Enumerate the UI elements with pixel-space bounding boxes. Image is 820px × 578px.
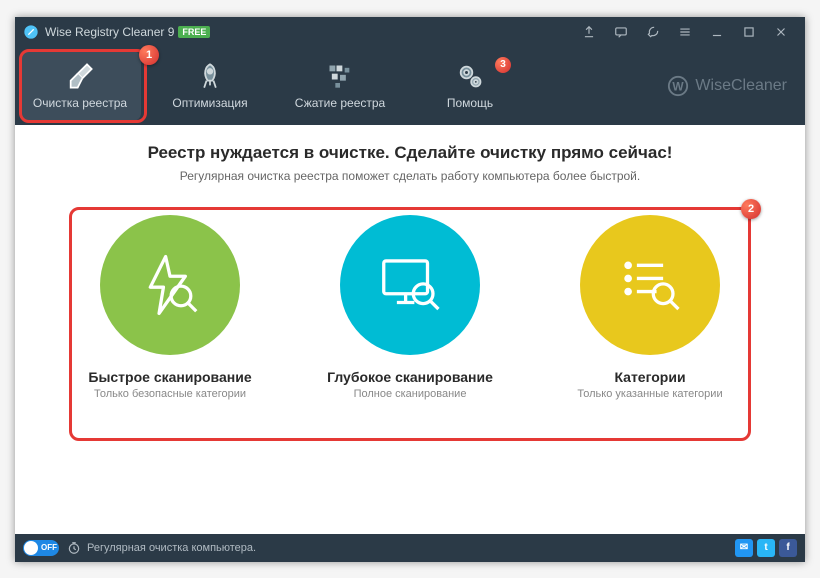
monitor-search-icon [375, 250, 445, 320]
gears-icon [456, 62, 484, 90]
window-title: Wise Registry Cleaner 9 [45, 25, 174, 39]
scan-options: Быстрое сканирование Только безопасные к… [80, 215, 740, 400]
deep-scan-option[interactable]: Глубокое сканирование Полное сканировани… [320, 215, 500, 400]
defrag-icon [326, 62, 354, 90]
twitter-icon[interactable]: t [757, 539, 775, 557]
brand-logo: W WiseCleaner [667, 75, 787, 97]
categories-circle [580, 215, 720, 355]
option-subtitle: Полное сканирование [354, 388, 467, 400]
app-window: Wise Registry Cleaner 9 FREE Очистка рее… [15, 17, 805, 562]
tab-defrag[interactable]: Сжатие реестра [275, 47, 405, 125]
lightning-search-icon [135, 250, 205, 320]
minimize-button[interactable] [701, 17, 733, 47]
rocket-icon [196, 62, 224, 90]
deep-scan-circle [340, 215, 480, 355]
tab-optimize[interactable]: Оптимизация [145, 47, 275, 125]
app-icon [23, 24, 39, 40]
categories-option[interactable]: Категории Только указанные категории [560, 215, 740, 400]
clock-icon [67, 541, 81, 555]
option-subtitle: Только безопасные категории [94, 388, 246, 400]
menubar: Очистка реестра Оптимизация Сжатие реест… [15, 47, 805, 125]
tab-label: Сжатие реестра [295, 96, 385, 110]
option-subtitle: Только указанные категории [577, 388, 722, 400]
close-button[interactable] [765, 17, 797, 47]
tab-label: Помощь [447, 96, 493, 110]
tab-label: Очистка реестра [33, 96, 127, 110]
mail-icon[interactable]: ✉ [735, 539, 753, 557]
content-area: Реестр нуждается в очистке. Сделайте очи… [15, 125, 805, 534]
subline: Регулярная очистка реестра поможет сдела… [180, 169, 640, 183]
free-badge: FREE [178, 26, 210, 38]
callout-badge-1: 1 [139, 45, 159, 65]
toggle-label: OFF [41, 543, 57, 552]
menu-icon[interactable] [669, 17, 701, 47]
help-badge: 3 [495, 57, 511, 73]
tab-label: Оптимизация [172, 96, 247, 110]
brand-text: WiseCleaner [695, 77, 787, 95]
quick-scan-option[interactable]: Быстрое сканирование Только безопасные к… [80, 215, 260, 400]
option-title: Быстрое сканирование [88, 369, 251, 385]
tab-registry-clean[interactable]: Очистка реестра [19, 51, 141, 121]
headline: Реестр нуждается в очистке. Сделайте очи… [148, 143, 673, 163]
upgrade-icon[interactable] [573, 17, 605, 47]
facebook-icon[interactable]: f [779, 539, 797, 557]
titlebar: Wise Registry Cleaner 9 FREE [15, 17, 805, 47]
feedback-icon[interactable] [605, 17, 637, 47]
status-text: Регулярная очистка компьютера. [87, 542, 256, 554]
option-title: Категории [614, 369, 685, 385]
settings-icon[interactable] [637, 17, 669, 47]
quick-scan-circle [100, 215, 240, 355]
tab-help[interactable]: Помощь 3 [405, 47, 535, 125]
list-search-icon [615, 250, 685, 320]
brush-icon [66, 62, 94, 90]
statusbar: OFF Регулярная очистка компьютера. ✉ t f [15, 534, 805, 562]
option-title: Глубокое сканирование [327, 369, 493, 385]
schedule-toggle[interactable]: OFF [23, 540, 59, 556]
brand-icon: W [667, 75, 689, 97]
callout-badge-2: 2 [741, 199, 761, 219]
maximize-button[interactable] [733, 17, 765, 47]
svg-text:W: W [673, 79, 685, 93]
